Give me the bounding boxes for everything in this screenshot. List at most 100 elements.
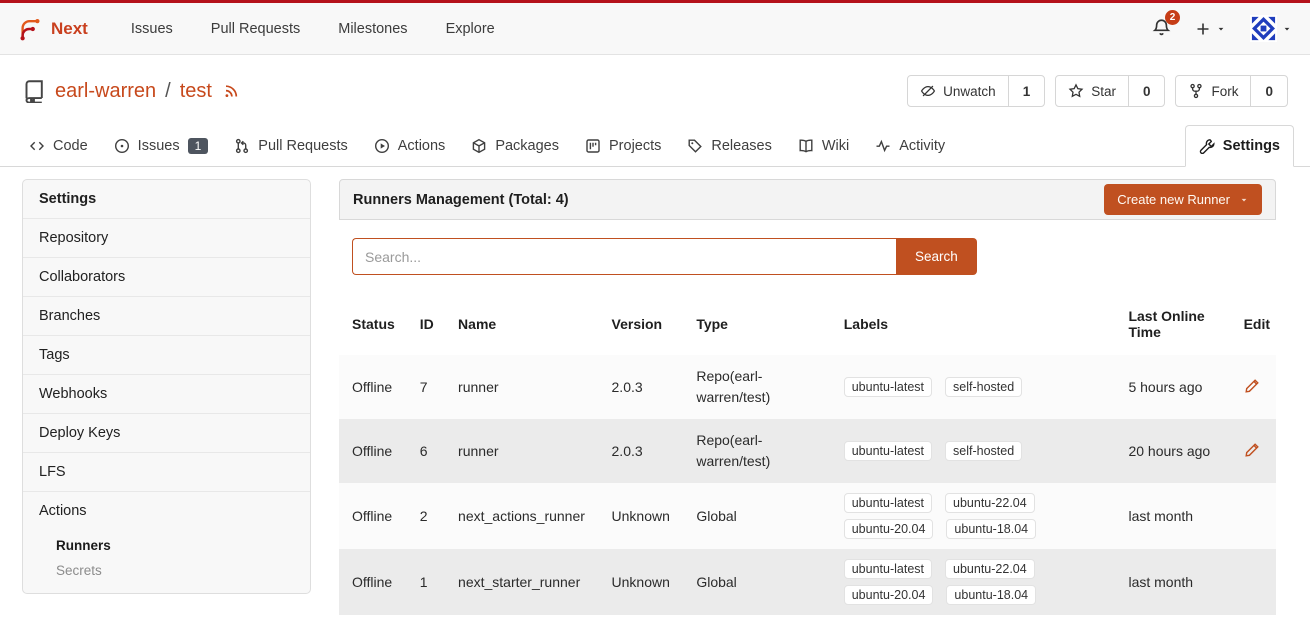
runner-id: 7: [412, 355, 450, 419]
runner-version: Unknown: [604, 483, 689, 549]
tab-issues[interactable]: Issues 1: [101, 126, 222, 166]
runners-table: StatusIDNameVersionTypeLabelsLast Online…: [339, 293, 1276, 615]
star-label: Star: [1091, 84, 1116, 99]
sidebar-item-deploy-keys[interactable]: Deploy Keys: [23, 413, 310, 452]
tab-activity[interactable]: Activity: [862, 126, 958, 166]
tab-pull-requests[interactable]: Pull Requests: [221, 126, 360, 166]
column-header-labels: Labels: [836, 293, 1121, 355]
tab-projects[interactable]: Projects: [572, 126, 674, 166]
sidebar-item-lfs[interactable]: LFS: [23, 452, 310, 491]
column-header-version: Version: [604, 293, 689, 355]
tab-label: Code: [53, 138, 88, 154]
tab-label: Releases: [711, 138, 771, 154]
tab-code[interactable]: Code: [16, 126, 101, 166]
tab-actions[interactable]: Actions: [361, 126, 459, 166]
label-chip: ubuntu-latest: [844, 493, 932, 513]
rss-feed-icon[interactable]: [223, 83, 239, 99]
tab-label: Packages: [495, 138, 559, 154]
brand-logo[interactable]: Next: [18, 17, 88, 41]
fork-button[interactable]: Fork: [1176, 76, 1250, 106]
repo-header: earl-warren / test Unwatch 1: [0, 55, 1310, 117]
runner-edit-cell: [1236, 355, 1276, 419]
tab-count-badge: 1: [188, 138, 209, 154]
sidebar-item-tags[interactable]: Tags: [23, 335, 310, 374]
main-navbar: Next IssuesPull RequestsMilestonesExplor…: [0, 3, 1310, 55]
nav-item-explore[interactable]: Explore: [427, 3, 514, 55]
stars-count[interactable]: 0: [1128, 76, 1165, 106]
tab-packages[interactable]: Packages: [458, 126, 572, 166]
tab-label: Settings: [1223, 138, 1280, 154]
tools-icon: [1199, 138, 1215, 154]
runner-last-online: 5 hours ago: [1120, 355, 1235, 419]
nav-links: IssuesPull RequestsMilestonesExplore: [112, 3, 514, 55]
runner-name: runner: [450, 355, 603, 419]
forks-count[interactable]: 0: [1250, 76, 1287, 106]
create-new-dropdown[interactable]: [1195, 21, 1226, 37]
tab-releases[interactable]: Releases: [674, 126, 784, 166]
content-area: Settings RepositoryCollaboratorsBranches…: [0, 167, 1310, 615]
column-header-last-online-time: Last Online Time: [1120, 293, 1235, 355]
repo-title: earl-warren / test: [22, 79, 239, 103]
runner-version: Unknown: [604, 549, 689, 615]
play-circle-icon: [374, 138, 390, 154]
tab-label: Pull Requests: [258, 138, 347, 154]
sidebar-item-collaborators[interactable]: Collaborators: [23, 257, 310, 296]
sidebar-subitem-secrets[interactable]: Secrets: [23, 558, 310, 583]
edit-runner-button[interactable]: [1244, 378, 1260, 394]
runners-panel-header: Runners Management (Total: 4) Create new…: [339, 179, 1276, 220]
edit-runner-button[interactable]: [1244, 442, 1260, 458]
runner-name: runner: [450, 419, 603, 483]
runner-version: 2.0.3: [604, 419, 689, 483]
chevron-down-icon: [1216, 24, 1226, 34]
runner-row: Offline6runner2.0.3Repo(earl-warren/test…: [339, 419, 1276, 483]
pencil-icon: [1244, 378, 1260, 394]
search-row: Search: [339, 220, 1276, 293]
runner-status: Offline: [339, 549, 412, 615]
label-chip: ubuntu-latest: [844, 559, 932, 579]
runner-labels: ubuntu-latestself-hosted: [836, 419, 1121, 483]
sidebar-item-repository[interactable]: Repository: [23, 218, 310, 257]
nav-item-milestones[interactable]: Milestones: [319, 3, 426, 55]
label-chip: self-hosted: [945, 441, 1022, 461]
tab-label: Wiki: [822, 138, 849, 154]
package-icon: [471, 138, 487, 154]
runner-edit-cell: [1236, 483, 1276, 549]
label-chip: ubuntu-18.04: [946, 585, 1036, 605]
tab-settings[interactable]: Settings: [1185, 125, 1294, 167]
book-open-icon: [798, 138, 814, 154]
user-menu-dropdown[interactable]: [1250, 15, 1292, 42]
runner-status: Offline: [339, 355, 412, 419]
nav-item-issues[interactable]: Issues: [112, 3, 192, 55]
runner-name: next_starter_runner: [450, 549, 603, 615]
watch-button-group: Unwatch 1: [907, 75, 1045, 107]
tab-label: Issues: [138, 138, 180, 154]
sidebar-item-webhooks[interactable]: Webhooks: [23, 374, 310, 413]
sidebar-item-branches[interactable]: Branches: [23, 296, 310, 335]
repo-actions: Unwatch 1 Star 0: [907, 75, 1288, 107]
sidebar-subitem-runners[interactable]: Runners: [23, 533, 310, 558]
runner-type: Repo(earl-warren/test): [688, 419, 835, 483]
tab-wiki[interactable]: Wiki: [785, 126, 862, 166]
runner-row: Offline7runner2.0.3Repo(earl-warren/test…: [339, 355, 1276, 419]
search-button[interactable]: Search: [896, 238, 977, 275]
unwatch-button[interactable]: Unwatch: [908, 76, 1008, 106]
runner-type: Global: [688, 483, 835, 549]
label-chip: ubuntu-latest: [844, 377, 932, 397]
sidebar-item-actions[interactable]: Actions: [23, 491, 310, 530]
star-button[interactable]: Star: [1056, 76, 1128, 106]
label-chip: ubuntu-22.04: [945, 559, 1035, 579]
notifications-button[interactable]: 2: [1152, 18, 1171, 40]
create-new-runner-button[interactable]: Create new Runner: [1104, 184, 1262, 215]
repo-owner-link[interactable]: earl-warren: [55, 80, 156, 103]
forgejo-logo-icon: [18, 17, 42, 41]
search-input[interactable]: [352, 238, 896, 275]
repo-tabs: Code Issues 1 Pull Requests Actions Packages P…: [0, 125, 1310, 167]
fork-button-group: Fork 0: [1175, 75, 1288, 107]
issue-icon: [114, 138, 130, 154]
runner-id: 6: [412, 419, 450, 483]
repo-name-link[interactable]: test: [180, 80, 212, 103]
sidebar-header-settings: Settings: [23, 180, 310, 218]
project-icon: [585, 138, 601, 154]
watchers-count[interactable]: 1: [1008, 76, 1045, 106]
nav-item-pull-requests[interactable]: Pull Requests: [192, 3, 319, 55]
